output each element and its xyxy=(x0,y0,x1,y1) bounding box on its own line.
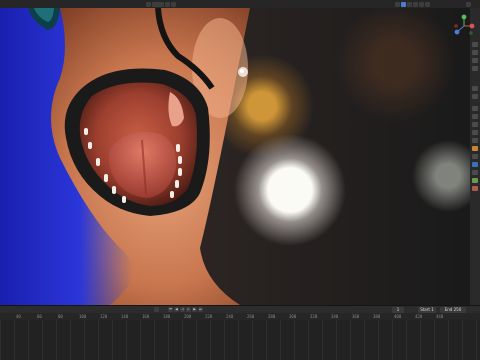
ruler-tick: 140 xyxy=(121,314,129,319)
particles-icon[interactable] xyxy=(472,154,478,159)
next-keyframe-icon[interactable]: ▶ xyxy=(192,307,197,312)
ruler-tick: 260 xyxy=(247,314,255,319)
character-render xyxy=(0,8,250,305)
ruler-tick: 40 xyxy=(16,314,21,319)
world-props-icon[interactable] xyxy=(472,130,478,135)
start-value: 1 xyxy=(431,307,434,312)
viewport-header xyxy=(0,0,480,8)
properties-tool-icon[interactable] xyxy=(472,86,478,91)
ruler-tick: 80 xyxy=(58,314,63,319)
physics-icon[interactable] xyxy=(472,162,478,167)
shading-solid-icon[interactable] xyxy=(395,1,400,7)
transform-controls xyxy=(146,1,176,7)
camera-view-icon[interactable] xyxy=(472,58,478,63)
ruler-tick: 160 xyxy=(142,314,150,319)
play-icon[interactable]: ▷ xyxy=(186,307,191,312)
shading-rendered-icon[interactable] xyxy=(407,1,412,7)
ruler-tick: 120 xyxy=(100,314,108,319)
ruler-tick: 320 xyxy=(310,314,318,319)
ruler-tick: 380 xyxy=(373,314,381,319)
ruler-tick: 400 xyxy=(394,314,402,319)
render-props-icon[interactable] xyxy=(472,94,478,99)
data-props-icon[interactable] xyxy=(472,178,478,183)
start-label: Start xyxy=(420,307,430,312)
play-reverse-icon[interactable]: ◁ xyxy=(180,307,185,312)
jump-start-icon[interactable]: ⏮ xyxy=(168,307,173,312)
camera-icon[interactable] xyxy=(146,1,151,7)
end-value: 250 xyxy=(453,307,462,312)
end-label: End xyxy=(444,307,453,312)
output-props-icon[interactable] xyxy=(472,106,478,111)
ruler-tick: 220 xyxy=(205,314,213,319)
view-layer-icon[interactable] xyxy=(472,114,478,119)
right-tool-strip xyxy=(454,8,480,305)
ruler-tick: 280 xyxy=(268,314,276,319)
ruler-tick: 300 xyxy=(289,314,297,319)
overlay-icon[interactable] xyxy=(165,1,170,7)
ruler-tick: 180 xyxy=(163,314,171,319)
snap-icon[interactable] xyxy=(171,1,176,7)
shading-controls xyxy=(395,1,430,7)
modifier-props-icon[interactable] xyxy=(472,146,478,151)
ruler-tick: 360 xyxy=(352,314,360,319)
ruler-tick: 240 xyxy=(226,314,234,319)
jump-end-icon[interactable]: ⏭ xyxy=(198,307,203,312)
scene-props-icon[interactable] xyxy=(472,122,478,127)
constraints-icon[interactable] xyxy=(472,170,478,175)
options-dropdown-icon[interactable] xyxy=(466,1,471,7)
ruler-tick: 100 xyxy=(79,314,87,319)
navigation-gizmo[interactable] xyxy=(452,14,476,38)
material-props-icon[interactable] xyxy=(472,186,478,191)
zoom-icon[interactable] xyxy=(472,42,478,47)
gizmo-toggle-icon[interactable] xyxy=(425,1,430,7)
ruler-tick: 200 xyxy=(184,314,192,319)
overlay-toggle-icon[interactable] xyxy=(419,1,424,7)
prev-keyframe-icon[interactable]: ◀ xyxy=(174,307,179,312)
shading-material-icon[interactable] xyxy=(401,1,406,7)
perspective-icon[interactable] xyxy=(472,66,478,71)
ruler-tick: 420 xyxy=(415,314,423,319)
options-menu[interactable] xyxy=(466,1,471,7)
playback-controls: ⏮ ◀ ◁ ▷ ▶ ⏭ xyxy=(168,307,203,312)
keyframe-icon[interactable] xyxy=(154,307,159,312)
ruler-tick: 60 xyxy=(37,314,42,319)
ruler-tick: 440 xyxy=(436,314,444,319)
ruler-tick: 340 xyxy=(331,314,339,319)
timeline-tracks[interactable] xyxy=(0,320,480,360)
3d-viewport[interactable] xyxy=(0,8,470,305)
frame-ruler[interactable]: 40 60 80 100 120 140 160 180 200 220 240… xyxy=(0,313,480,320)
pan-icon[interactable] xyxy=(472,50,478,55)
xray-icon[interactable] xyxy=(413,1,418,7)
select-icon[interactable] xyxy=(152,1,164,7)
object-props-icon[interactable] xyxy=(472,138,478,143)
